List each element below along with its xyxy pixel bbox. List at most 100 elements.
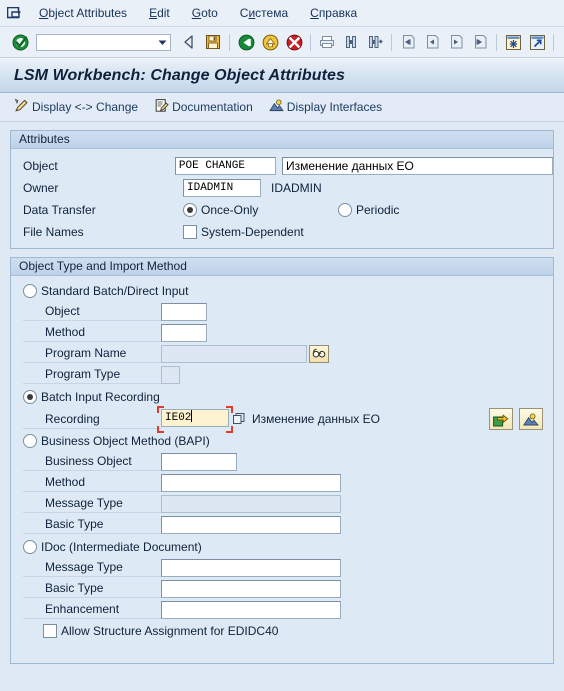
radio-batch-input-recording[interactable]: Batch Input Recording xyxy=(23,390,160,404)
recording-label: Recording xyxy=(23,410,161,429)
toolbar-separator xyxy=(391,33,392,51)
radio-idoc-row: IDoc (Intermediate Document) xyxy=(11,536,553,557)
display-interfaces-label: Display Interfaces xyxy=(286,100,383,114)
bapi-basic-type-input[interactable] xyxy=(161,515,341,534)
checkbox-allow-structure-assignment[interactable]: Allow Structure Assignment for EDIDC40 xyxy=(43,623,279,638)
mountain-sun-icon xyxy=(269,98,284,116)
radio-batch-input-recording-row: Batch Input Recording xyxy=(11,387,553,407)
object-type-panel: Object Type and Import Method Standard B… xyxy=(10,257,554,664)
chevron-down-icon[interactable] xyxy=(157,37,168,48)
idoc-message-type-label: Message Type xyxy=(23,558,161,577)
radio-idoc[interactable]: IDoc (Intermediate Document) xyxy=(23,539,202,554)
owner-input[interactable]: IDADMIN xyxy=(183,179,261,197)
standard-program-type-input[interactable] xyxy=(161,365,180,384)
object-input[interactable]: POE CHANGE xyxy=(174,157,276,175)
radio-once-only[interactable]: Once-Only xyxy=(183,203,338,217)
object-type-panel-body: Standard Batch/Direct Input Object Metho… xyxy=(11,276,553,649)
attributes-panel-title: Attributes xyxy=(11,131,553,149)
toolbar-separator xyxy=(310,33,311,51)
idoc-basic-type-input[interactable] xyxy=(161,579,341,598)
focus-bracket-top-right xyxy=(226,405,233,413)
toolbar xyxy=(0,27,564,58)
idoc-enhancement-input[interactable] xyxy=(161,600,341,619)
standard-program-name-input[interactable] xyxy=(161,344,307,363)
pencil-toggle-icon xyxy=(14,98,29,116)
print-icon[interactable] xyxy=(315,30,339,54)
menu-accel: O xyxy=(39,6,49,20)
idoc-enhancement-row: Enhancement xyxy=(11,599,553,620)
recording-input-wrapper: IE02 xyxy=(157,405,233,433)
standard-object-row: Object xyxy=(11,301,553,322)
standard-program-type-row: Program Type xyxy=(11,364,553,385)
menu-accel: С xyxy=(310,6,319,20)
radio-batch-input-recording-marker xyxy=(23,390,37,404)
radio-idoc-marker xyxy=(23,539,37,554)
create-session-icon[interactable] xyxy=(501,30,525,54)
find-next-icon[interactable] xyxy=(363,30,387,54)
documentation-button[interactable]: Documentation xyxy=(154,98,253,116)
standard-method-input[interactable] xyxy=(161,323,207,342)
checkbox-system-dependent-label: System-Dependent xyxy=(201,225,304,239)
save-icon[interactable] xyxy=(201,30,225,54)
menu-accel: G xyxy=(191,6,202,20)
radio-periodic-marker xyxy=(338,203,352,217)
object-description-input[interactable]: Изменение данных ЕО xyxy=(281,157,553,175)
recording-description: Изменение данных ЕО xyxy=(252,412,380,426)
menu-item-label: oto xyxy=(201,6,218,20)
radio-periodic[interactable]: Periodic xyxy=(338,203,399,217)
find-icon[interactable] xyxy=(339,30,363,54)
toolbar-separator xyxy=(496,33,497,51)
first-page-icon[interactable] xyxy=(396,30,420,54)
radio-business-object-method[interactable]: Business Object Method (BAPI) xyxy=(23,434,210,448)
cancel-icon[interactable] xyxy=(258,30,282,54)
content-area: Attributes Object POE CHANGE Изменение д… xyxy=(0,122,564,664)
menu-item-goto[interactable]: Goto xyxy=(181,4,229,22)
display-recording-overview-button[interactable] xyxy=(519,408,543,430)
create-shortcut-icon[interactable] xyxy=(525,30,549,54)
checkbox-system-dependent[interactable]: System-Dependent xyxy=(183,225,304,239)
stop-icon[interactable] xyxy=(282,30,306,54)
goto-recording-button[interactable] xyxy=(489,408,513,430)
menu-accel: E xyxy=(149,6,158,20)
menu-item-system[interactable]: Система xyxy=(229,4,299,22)
bapi-business-object-row: Business Object xyxy=(11,451,553,472)
display-change-button[interactable]: Display <-> Change xyxy=(14,98,138,116)
exit-icon[interactable] xyxy=(234,30,258,54)
bapi-message-type-input[interactable] xyxy=(161,494,341,513)
standard-object-input[interactable] xyxy=(161,302,207,321)
display-change-label: Display <-> Change xyxy=(32,100,139,114)
standard-method-label: Method xyxy=(23,323,161,342)
value-help-icon[interactable] xyxy=(232,413,245,426)
idoc-message-type-input[interactable] xyxy=(161,558,341,577)
radio-standard-batch-label: Standard Batch/Direct Input xyxy=(41,284,189,298)
menu-item-label: dit xyxy=(157,6,170,20)
last-page-icon[interactable] xyxy=(468,30,492,54)
previous-page-icon[interactable] xyxy=(420,30,444,54)
menu-item-edit[interactable]: Edit xyxy=(138,4,181,22)
search-help-glasses-icon[interactable] xyxy=(309,344,329,363)
idoc-allow-structure-row: Allow Structure Assignment for EDIDC40 xyxy=(11,620,553,641)
menu-item-label: bject Attributes xyxy=(48,6,128,20)
menu-item-object-attributes[interactable]: Object Attributes xyxy=(28,4,138,22)
checkbox-allow-structure-label: Allow Structure Assignment for EDIDC40 xyxy=(61,623,279,638)
green-check-enter-icon[interactable] xyxy=(8,30,32,54)
display-interfaces-button[interactable]: Display Interfaces xyxy=(269,98,382,116)
next-page-icon[interactable] xyxy=(444,30,468,54)
object-type-panel-title: Object Type and Import Method xyxy=(11,258,553,276)
focus-bracket-bottom-right xyxy=(226,425,233,433)
bapi-business-object-input[interactable] xyxy=(161,452,237,471)
system-menu-icon[interactable] xyxy=(0,6,28,20)
bapi-method-input[interactable] xyxy=(161,473,341,492)
checkbox-system-dependent-box xyxy=(183,225,197,239)
data-transfer-label: Data Transfer xyxy=(23,203,96,217)
radio-idoc-label: IDoc (Intermediate Document) xyxy=(41,539,202,554)
recording-input[interactable]: IE02 xyxy=(161,408,229,427)
documentation-label: Documentation xyxy=(172,100,253,114)
radio-once-only-label: Once-Only xyxy=(201,203,259,217)
document-pencil-icon xyxy=(154,98,169,116)
menu-item-help[interactable]: Справка xyxy=(299,4,368,22)
back-icon[interactable] xyxy=(177,30,201,54)
command-field[interactable] xyxy=(36,33,171,51)
radio-standard-batch[interactable]: Standard Batch/Direct Input xyxy=(23,284,188,298)
toolbar-separator xyxy=(229,33,230,51)
